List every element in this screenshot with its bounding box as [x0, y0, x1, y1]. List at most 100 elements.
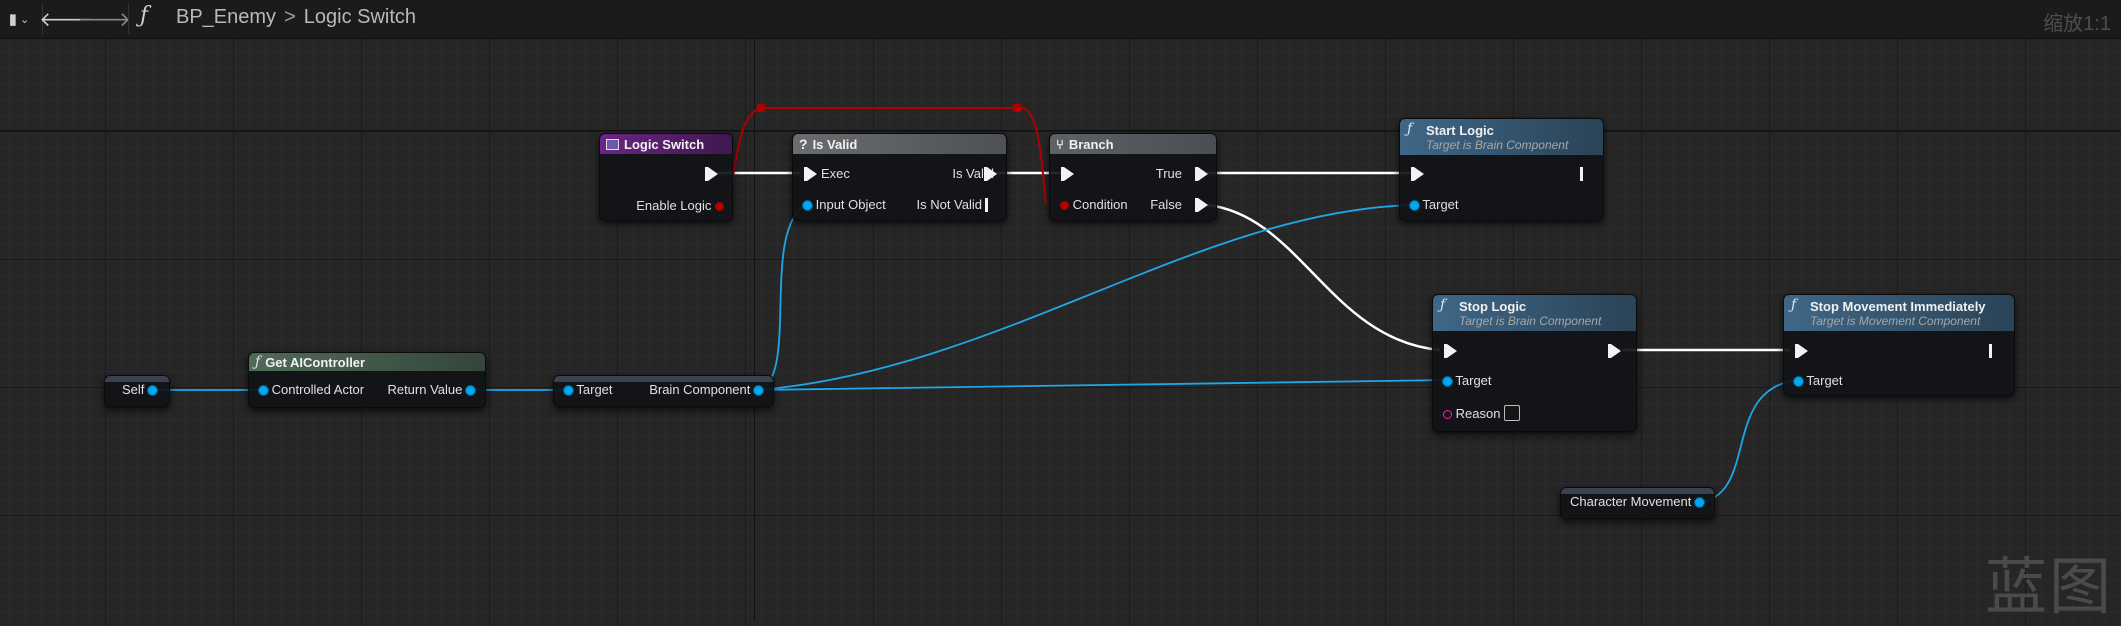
object-pin-icon: [1443, 377, 1452, 386]
exec-input-pin[interactable]: [1411, 167, 1424, 181]
node-stop-movement-immediately[interactable]: ƒ Stop Movement Immediately Target is Mo…: [1783, 294, 2015, 396]
node-header: ƒ Get AIController: [249, 353, 485, 371]
function-icon: ƒ: [1791, 297, 1797, 313]
node-is-valid[interactable]: ? Is Valid Exec Is Valid Input Object Is…: [792, 133, 1007, 221]
pin-label: Target: [576, 382, 613, 397]
pin-label: Condition: [1072, 197, 1128, 212]
node-get-ai-controller[interactable]: ƒ Get AIController Controlled Actor Retu…: [248, 352, 486, 408]
node-title: Stop Logic: [1459, 298, 1527, 314]
blueprint-watermark: 蓝图: [1985, 550, 2114, 623]
exec-output-pin[interactable]: [1989, 344, 1992, 358]
node-character-movement[interactable]: Character Movement: [1560, 487, 1715, 519]
pin-condition[interactable]: Condition: [1060, 197, 1128, 213]
node-start-logic[interactable]: ƒ Start Logic Target is Brain Component …: [1399, 118, 1604, 221]
event-icon: [606, 138, 619, 150]
pin-label: Controlled Actor: [271, 382, 365, 397]
exec-input-pin[interactable]: [1795, 344, 1808, 358]
pin-label: Is Not Valid: [916, 197, 982, 212]
object-wire-brain-to-stop-logic[interactable]: [757, 379, 1449, 391]
pin-label: Reason: [1455, 406, 1501, 421]
object-pin-icon: [148, 386, 157, 395]
object-pin-icon: [754, 386, 763, 395]
object-pin-icon: [1410, 201, 1419, 210]
question-icon: ?: [799, 136, 808, 152]
exec-wire-false-to-stop-logic[interactable]: [1206, 203, 1441, 352]
pin-target[interactable]: Target: [1410, 197, 1459, 213]
exec-output-is-not-valid[interactable]: [985, 198, 988, 212]
exec-output-is-valid[interactable]: [984, 167, 997, 181]
exec-output-pin[interactable]: [1608, 344, 1621, 358]
exec-input-pin[interactable]: [1061, 167, 1074, 181]
object-pin-icon: [466, 386, 475, 395]
object-pin-icon: [803, 201, 812, 210]
pin-label: Target: [1455, 373, 1492, 388]
node-stop-logic[interactable]: ƒ Stop Logic Target is Brain Component T…: [1432, 294, 1637, 432]
pin-brain-component[interactable]: Brain Component: [649, 382, 763, 398]
pin-input-object[interactable]: Input Object: [803, 197, 886, 213]
node-title: Stop Movement Immediately: [1810, 298, 1986, 314]
pin-label: True: [1155, 166, 1182, 181]
node-subtitle: Target is Brain Component: [1459, 313, 1602, 328]
function-icon: ƒ: [1440, 297, 1446, 313]
exec-input-pin[interactable]: [1444, 344, 1457, 358]
node-subtitle: Target is Movement Component: [1810, 313, 1981, 328]
exec-output-true[interactable]: [1195, 167, 1208, 181]
node-self[interactable]: Self: [104, 375, 170, 407]
pin-target[interactable]: Target: [1794, 373, 1843, 389]
node-title: Is Valid: [812, 136, 858, 152]
node-title: Logic Switch: [624, 136, 705, 152]
node-logic-switch[interactable]: Logic Switch Enable Logic: [599, 133, 733, 221]
node-header: ? Is Valid: [793, 134, 1006, 154]
node-branch[interactable]: ⑂ Branch True Condition False: [1049, 133, 1217, 221]
pin-controlled-actor[interactable]: Controlled Actor: [259, 382, 364, 398]
pin-label: Input Object: [815, 197, 886, 212]
exec-output-pin[interactable]: [1580, 167, 1583, 181]
pin-label: Enable Logic: [636, 198, 712, 213]
reroute-knot[interactable]: [757, 104, 765, 112]
object-wire-brain-to-start-logic[interactable]: [757, 204, 1415, 391]
bool-pin-icon: [715, 202, 724, 211]
exec-input-pin[interactable]: [804, 167, 817, 181]
pin-target[interactable]: Target: [564, 382, 613, 398]
function-icon: ƒ: [255, 354, 261, 370]
function-icon: ƒ: [1407, 121, 1413, 137]
pin-label: Character Movement: [1569, 494, 1692, 509]
pin-false[interactable]: False: [1150, 197, 1182, 213]
pin-true[interactable]: True: [1156, 166, 1182, 182]
object-wire-character-movement-to-target[interactable]: [1697, 379, 1798, 504]
exec-output-false[interactable]: [1195, 198, 1208, 212]
pin-self[interactable]: Self: [122, 382, 157, 398]
pin-character-movement[interactable]: Character Movement: [1570, 494, 1704, 510]
pin-label: Brain Component: [649, 382, 751, 397]
object-pin-icon: [564, 386, 573, 395]
node-header: ƒ Start Logic Target is Brain Component: [1400, 119, 1603, 155]
object-wire-brain-to-input-object[interactable]: [757, 204, 807, 391]
node-brain-component[interactable]: Target Brain Component: [553, 375, 774, 407]
node-header: ƒ Stop Movement Immediately Target is Mo…: [1784, 295, 2014, 331]
string-pin-icon: [1443, 410, 1452, 419]
exec-output-pin[interactable]: [705, 167, 718, 181]
pin-target[interactable]: Target: [1443, 373, 1492, 389]
pin-label: Target: [1806, 373, 1843, 388]
pin-label: Target: [1422, 197, 1459, 212]
object-pin-icon: [1695, 498, 1704, 507]
bool-pin-icon: [1060, 201, 1069, 210]
reroute-knot[interactable]: [1013, 104, 1021, 112]
pin-reason[interactable]: Reason: [1443, 405, 1521, 422]
reason-value-box[interactable]: [1504, 405, 1521, 421]
object-pin-icon: [1794, 377, 1803, 386]
node-title: Get AIController: [265, 354, 366, 370]
pin-label: Self: [121, 382, 145, 397]
node-title: Start Logic: [1426, 122, 1494, 138]
pin-label: False: [1150, 197, 1182, 212]
node-header: ƒ Stop Logic Target is Brain Component: [1433, 295, 1636, 331]
node-header: Logic Switch: [600, 134, 732, 154]
pin-label: Return Value: [387, 382, 463, 397]
pin-exec-label: Exec: [821, 166, 850, 181]
node-title: Branch: [1068, 136, 1114, 152]
pin-return-value[interactable]: Return Value: [387, 382, 475, 398]
pin-enable-logic[interactable]: Enable Logic: [636, 198, 724, 214]
branch-icon: ⑂: [1056, 136, 1064, 152]
node-header: ⑂ Branch: [1050, 134, 1216, 154]
pin-is-not-valid[interactable]: Is Not Valid: [916, 197, 982, 213]
